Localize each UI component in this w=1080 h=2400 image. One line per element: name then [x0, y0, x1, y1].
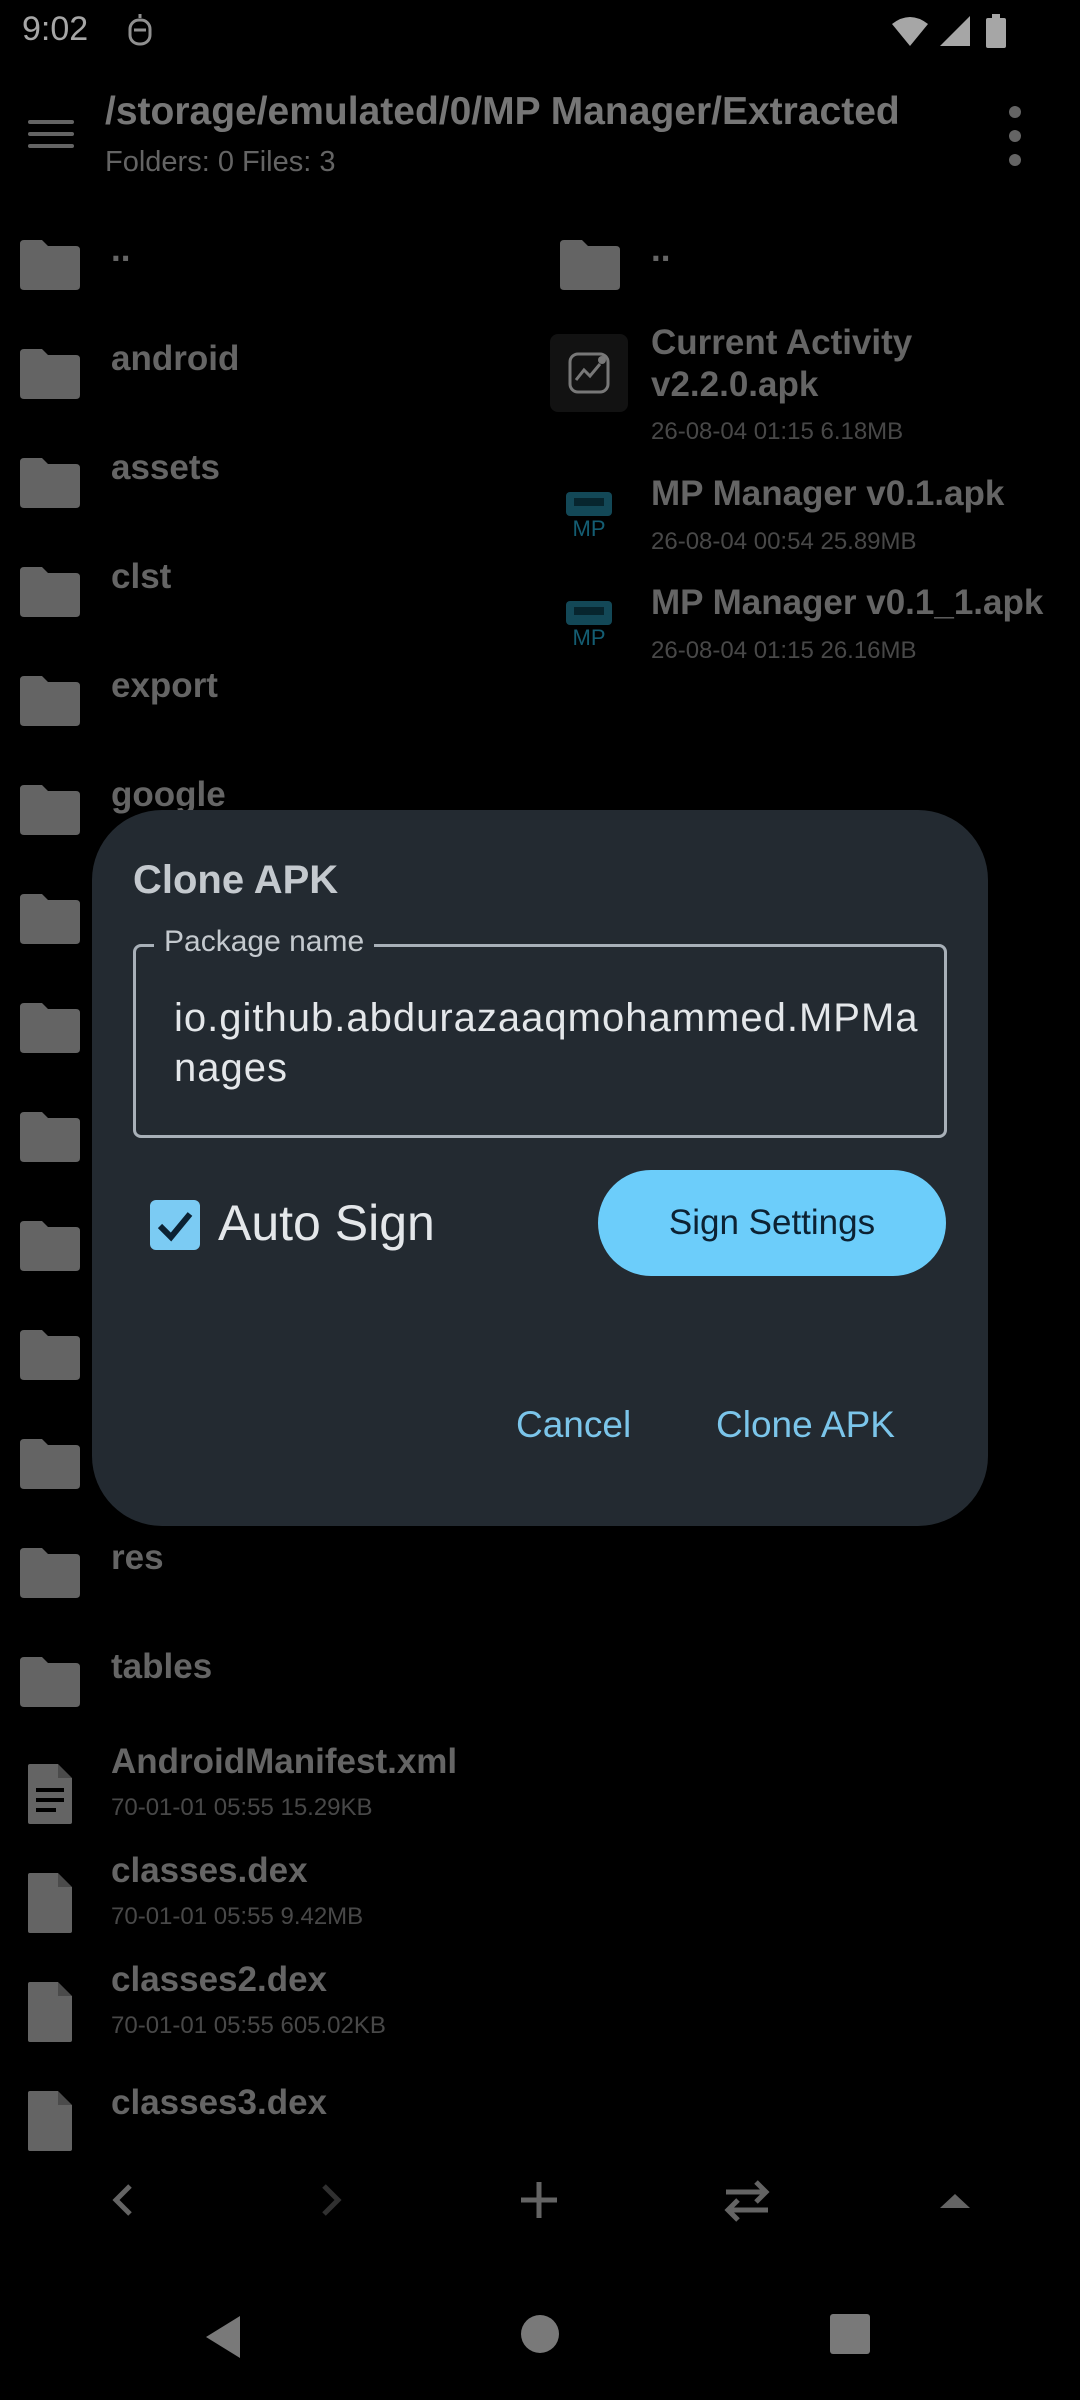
- dialog-title: Clone APK: [133, 858, 339, 902]
- package-name-label: Package name: [154, 925, 375, 959]
- auto-sign-label: Auto Sign: [218, 1195, 435, 1251]
- clone-apk-dialog: Clone APK Package name io.github.abduraz…: [92, 810, 988, 1526]
- cancel-button[interactable]: Cancel: [516, 1404, 631, 1446]
- auto-sign-checkbox[interactable]: [150, 1200, 200, 1250]
- sign-settings-button[interactable]: Sign Settings: [598, 1170, 946, 1276]
- checkmark-icon: [157, 1212, 193, 1242]
- package-name-input[interactable]: io.github.abdurazaaqmohammed.MPManages: [174, 993, 934, 1093]
- package-name-field[interactable]: Package name io.github.abdurazaaqmohamme…: [133, 925, 947, 1138]
- clone-apk-button[interactable]: Clone APK: [716, 1404, 895, 1446]
